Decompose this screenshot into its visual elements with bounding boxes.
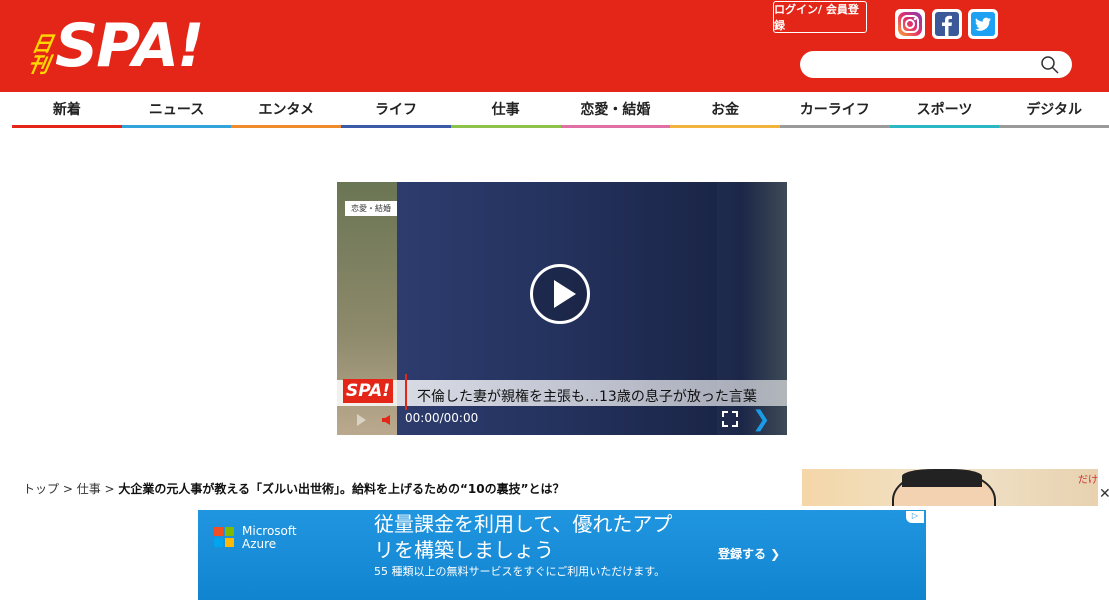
nav-item-6[interactable]: お金 [670,92,780,128]
nav-item-1[interactable]: ニュース [121,92,232,128]
breadcrumb-separator: > [100,482,119,496]
nav-item-4[interactable]: 仕事 [450,92,561,128]
video-caption: 不倫した妻が親権を主張も…13歳の息子が放った言葉 [417,389,757,405]
logo-text: SPA! [55,11,204,81]
side-ad-close-icon[interactable]: ✕ [1099,486,1109,502]
nav-item-0[interactable]: 新着 [12,92,122,128]
play-button[interactable] [530,264,590,324]
side-ad-banner[interactable]: だけ [802,469,1098,506]
logo-kanji-bottom: 刊 [26,53,52,77]
search-icon[interactable] [1040,55,1060,75]
ad-subtext: 55 種類以上の無料サービスをすぐにご利用いただけます。 [374,565,666,578]
ad-brand-line2: Azure [242,537,277,551]
site-header: 日 刊 SPA! ログイン/ 会員登録 [0,0,1109,92]
video-logo: SPA! [343,379,394,403]
ad-brand: Microsoft Azure [242,525,297,551]
video-player[interactable]: 恋愛・結婚 SPA! 不倫した妻が親権を主張も…13歳の息子が放った言葉 00:… [337,182,787,435]
fullscreen-icon[interactable] [722,411,738,427]
breadcrumb-top[interactable]: トップ [23,482,59,496]
twitter-icon[interactable] [968,9,998,39]
breadcrumb-category[interactable]: 仕事 [77,482,101,496]
next-icon[interactable]: ❯ [752,409,770,431]
volume-icon[interactable] [382,415,390,425]
side-ad-text: だけ [1078,475,1098,486]
login-button[interactable]: ログイン/ 会員登録 [773,1,867,33]
video-category-tag: 恋愛・結婚 [345,201,397,216]
side-ad-illustration-hair [902,469,982,487]
search-input[interactable] [800,51,1072,78]
category-nav: 新着 ニュース エンタメ ライフ 仕事 恋愛・結婚 お金 カーライフ スポーツ デジタル [12,92,1109,128]
breadcrumb: トップ > 仕事 > 大企業の元人事が教える「ズルい出世術」。給料を上げるための… [23,480,565,497]
logo-kanji: 日 刊 [26,32,56,77]
nav-item-9[interactable]: デジタル [999,92,1109,128]
nav-item-3[interactable]: ライフ [341,92,451,128]
video-time: 00:00/00:00 [405,411,479,425]
adchoices-icon[interactable]: ▷ [906,511,924,523]
nav-item-7[interactable]: カーライフ [779,92,890,128]
site-logo[interactable]: 日 刊 SPA! [26,10,204,81]
ad-headline: 従量課金を利用して、優れたアプリを構築しましょう [374,512,673,562]
breadcrumb-separator: > [59,482,77,496]
azure-ad-banner[interactable]: Microsoft Azure 従量課金を利用して、優れたアプリを構築しましょう… [198,510,926,600]
nav-item-5[interactable]: 恋愛・結婚 [560,92,671,128]
ad-register-button[interactable]: 登録する ❯ [718,545,780,562]
control-play-icon[interactable] [357,414,366,426]
nav-item-2[interactable]: エンタメ [231,92,342,128]
video-controls: 00:00/00:00 ❯ [337,408,787,435]
facebook-icon[interactable] [932,9,962,39]
caption-divider [405,374,407,410]
nav-item-8[interactable]: スポーツ [889,92,1000,128]
microsoft-logo-icon [214,527,234,547]
logo-kanji-top: 日 [29,32,56,56]
instagram-icon[interactable] [895,9,925,39]
breadcrumb-current: 大企業の元人事が教える「ズルい出世術」。給料を上げるための“10の裏技”とは？ [118,482,565,496]
